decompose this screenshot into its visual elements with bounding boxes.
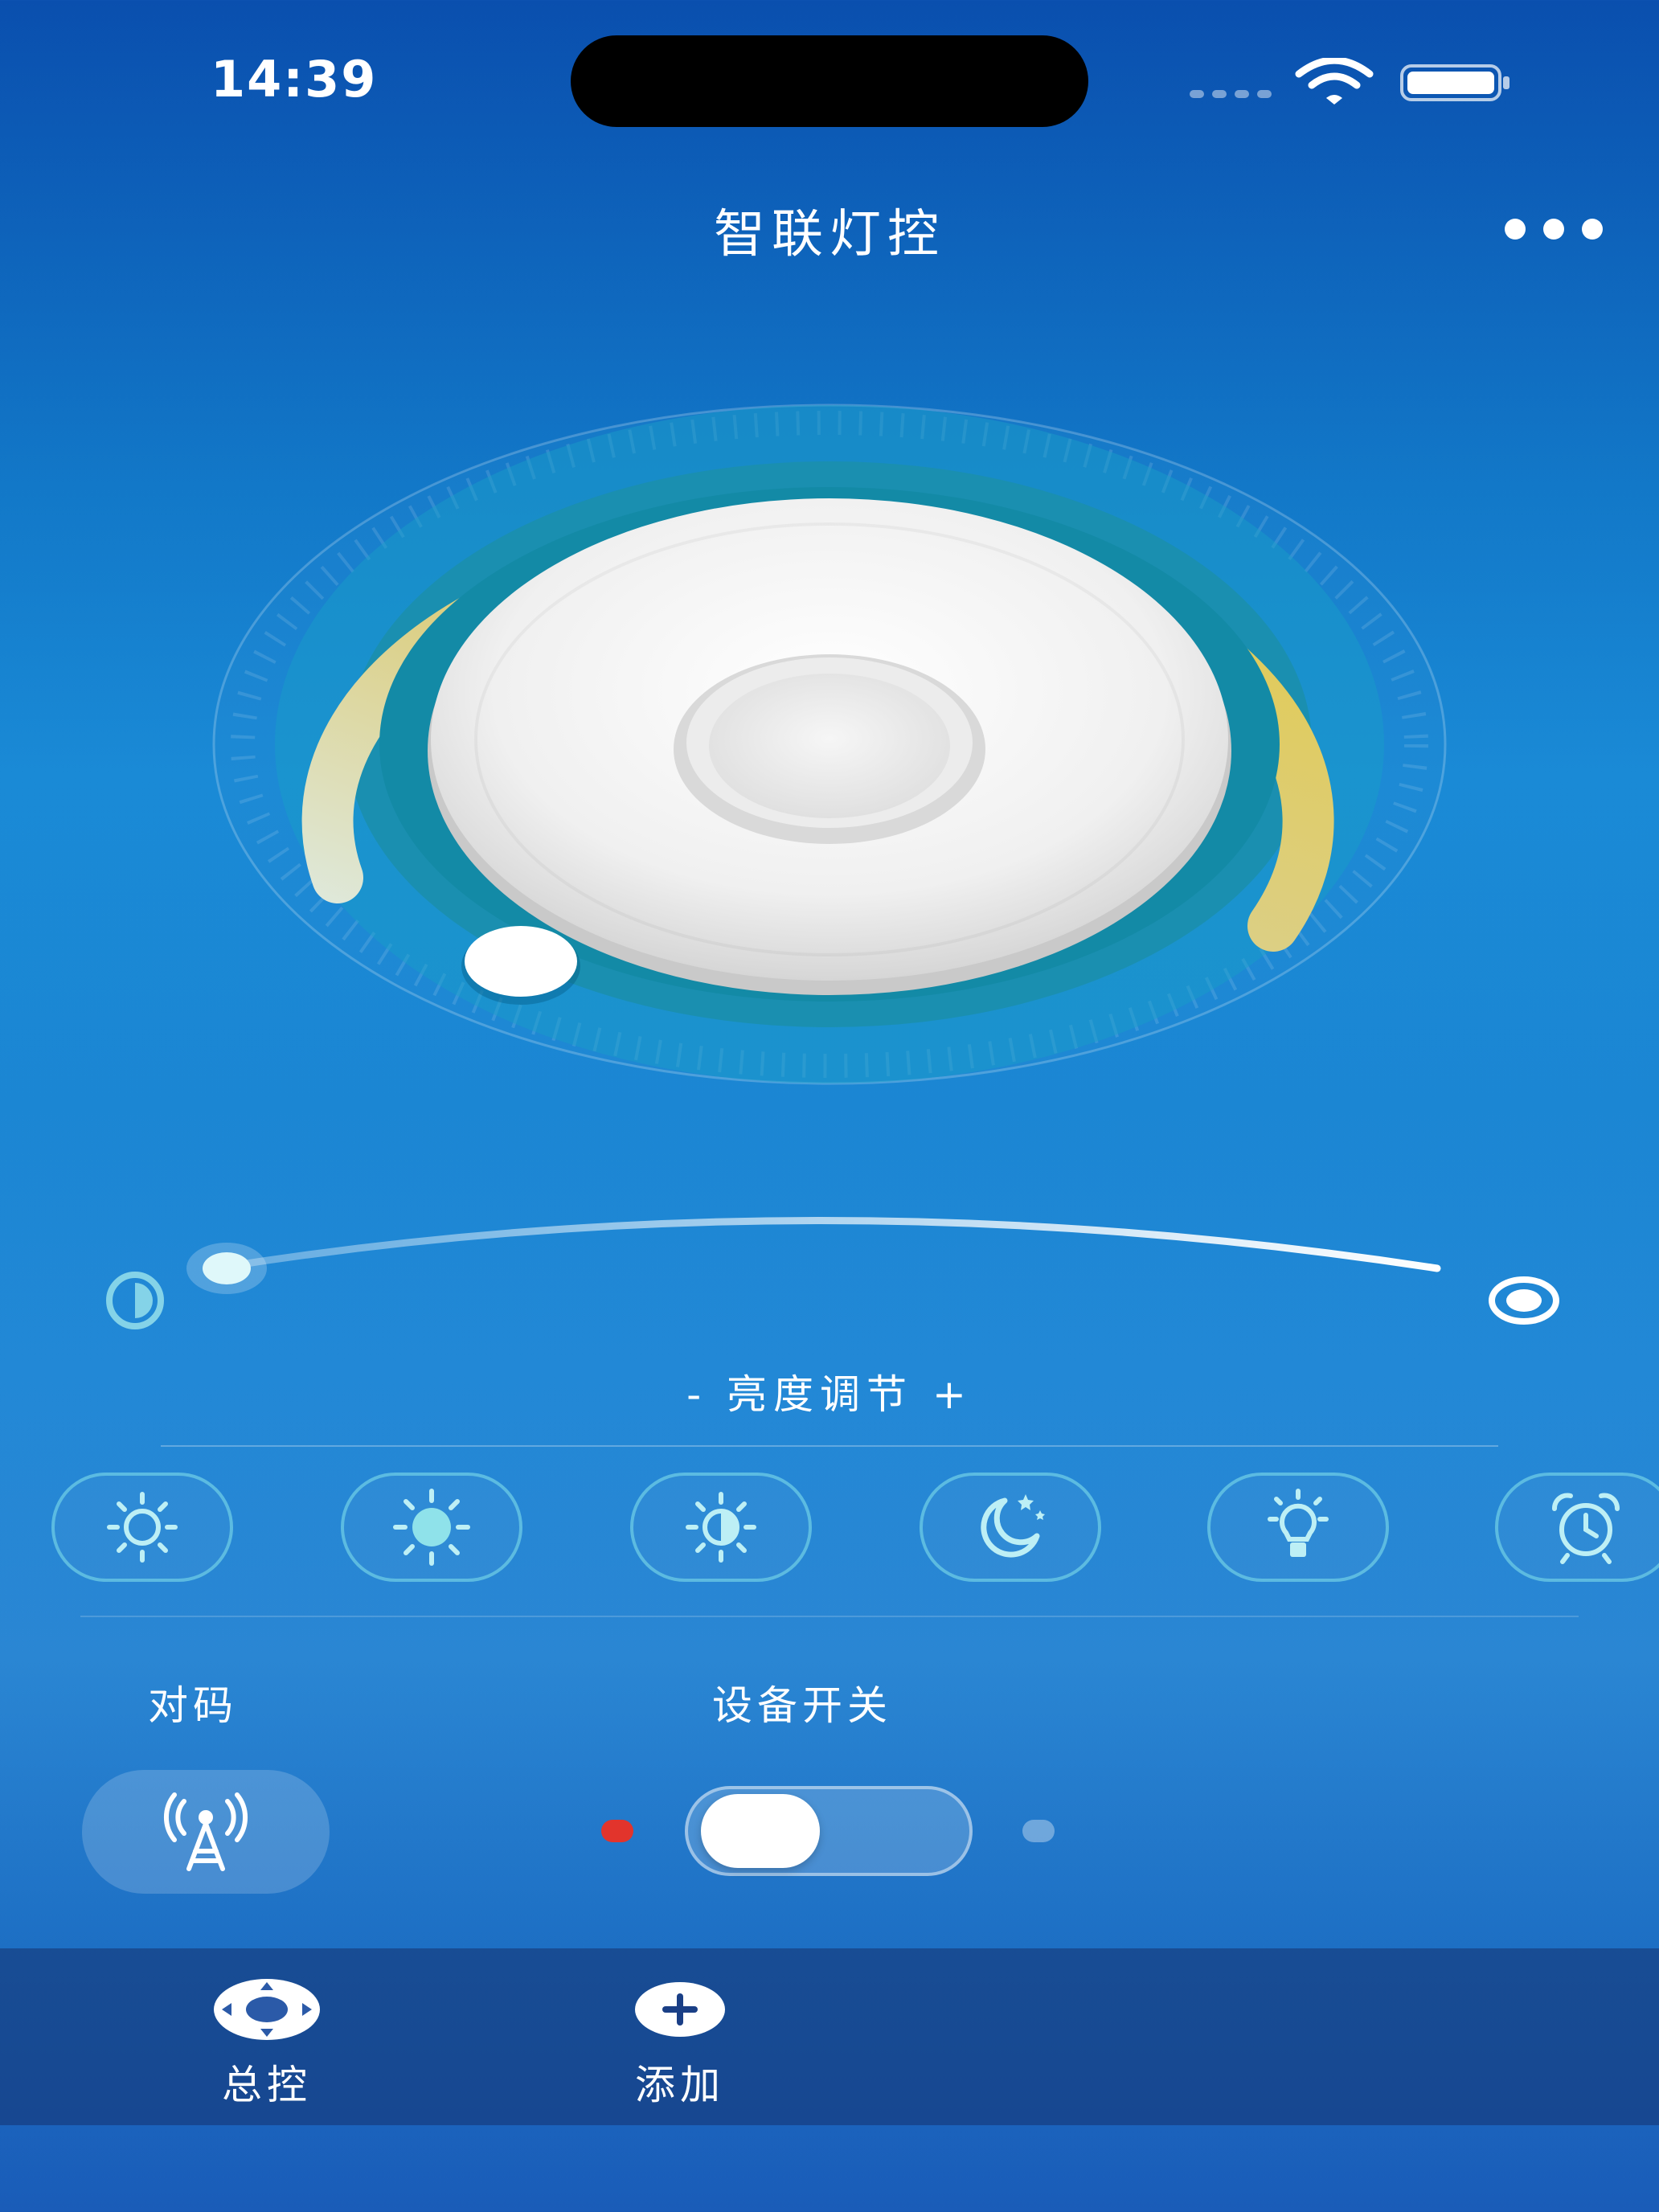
divider xyxy=(161,1445,1498,1447)
plus-circle-icon xyxy=(635,1982,725,2037)
mode-button-bulb[interactable] xyxy=(1207,1473,1389,1582)
moon-stars-icon xyxy=(981,1494,1045,1558)
half-moon-icon xyxy=(106,1272,164,1329)
full-circle-icon xyxy=(1489,1276,1559,1325)
mode-button-moon[interactable] xyxy=(920,1473,1101,1582)
sun-outline-icon xyxy=(107,1492,178,1563)
nav-item-master-control[interactable]: 总控 xyxy=(146,1948,387,2125)
sun-half-icon xyxy=(686,1492,756,1563)
signal-tower-icon xyxy=(164,1792,248,1871)
pair-button[interactable] xyxy=(82,1770,330,1894)
status-off-indicator xyxy=(1022,1820,1055,1842)
mode-button-sun-outline[interactable] xyxy=(51,1473,233,1582)
dynamic-island xyxy=(571,35,1088,127)
page-title: 智联灯控 xyxy=(714,205,945,264)
alarm-clock-icon xyxy=(1552,1493,1620,1564)
mode-button-alarm[interactable] xyxy=(1495,1473,1659,1582)
pair-label: 对码 xyxy=(148,1682,238,1729)
dial-handle xyxy=(465,926,577,997)
nav-label-master-control: 总控 xyxy=(222,2062,312,2108)
battery-icon xyxy=(1400,64,1509,101)
more-horizontal-icon[interactable] xyxy=(1505,219,1603,240)
signal-dots-icon xyxy=(1190,90,1272,98)
brightness-label: - 亮度调节 + xyxy=(686,1371,973,1418)
bulb-icon xyxy=(1268,1489,1329,1557)
nav-label-add: 添加 xyxy=(635,2062,725,2108)
mode-button-sun-filled[interactable] xyxy=(341,1473,522,1582)
brightness-slider[interactable] xyxy=(96,1190,1575,1334)
nav-item-add[interactable]: 添加 xyxy=(559,1948,801,2125)
toggle-knob[interactable] xyxy=(701,1794,820,1868)
divider xyxy=(80,1616,1579,1617)
brightness-dial[interactable] xyxy=(212,363,1447,1529)
wifi-icon xyxy=(1295,58,1374,104)
mode-button-sun-half[interactable] xyxy=(630,1473,812,1582)
status-time: 14:39 xyxy=(211,50,378,109)
gamepad-icon xyxy=(214,1979,320,2040)
switch-label: 设备开关 xyxy=(712,1682,892,1729)
status-on-indicator xyxy=(601,1820,633,1842)
sun-filled-icon xyxy=(393,1489,470,1566)
